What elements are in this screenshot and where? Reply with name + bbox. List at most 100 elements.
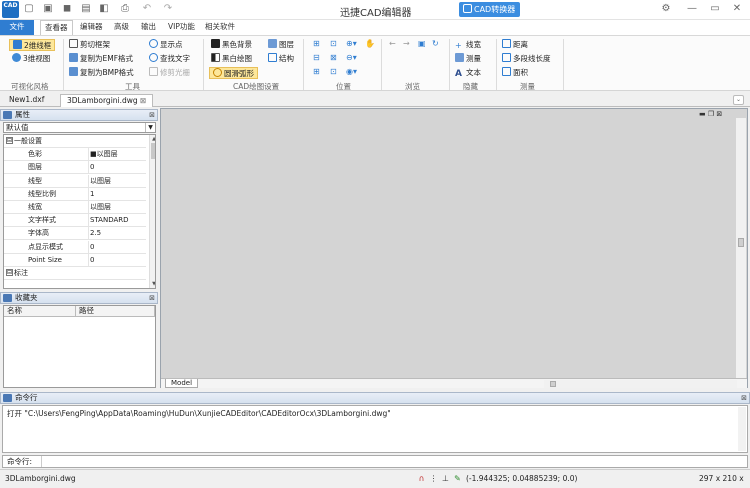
black-background-button[interactable]: 黑色背景 — [211, 39, 252, 51]
close-tab-icon[interactable]: ⊠ — [140, 96, 146, 105]
canvas-minimize-icon[interactable]: ▬ — [699, 110, 706, 118]
tab-advanced[interactable]: 高级 — [110, 20, 133, 35]
measure-toggle-button[interactable]: 测量 — [455, 53, 481, 65]
tab-vip[interactable]: VIP功能 — [164, 20, 199, 35]
property-value[interactable]: 0 — [90, 254, 94, 266]
clip-frame-button[interactable]: 剪切框架 — [69, 39, 110, 51]
browse-refresh-icon[interactable]: ↻ — [432, 39, 439, 48]
zoom-in-icon[interactable]: ⊕▾ — [346, 39, 357, 48]
save-as-icon[interactable]: ▤ — [80, 3, 92, 15]
scroll-down-icon[interactable]: ▼ — [150, 280, 155, 288]
collapse-toggle-icon[interactable]: ⊟ — [6, 137, 13, 144]
property-row[interactable]: 文字样式 STANDARD — [4, 214, 146, 228]
property-category[interactable]: ⊟ 一般设置 — [4, 135, 146, 148]
property-row[interactable]: 线型 以图层 — [4, 174, 146, 188]
property-row[interactable]: 字体高 2.5 — [4, 227, 146, 241]
document-tab-active[interactable]: 3DLamborgini.dwg ⊠ — [60, 94, 154, 107]
canvas-close-icon[interactable]: ⊠ — [716, 110, 722, 118]
orbit-icon[interactable]: ◉▾ — [346, 67, 357, 76]
tab-output[interactable]: 输出 — [137, 20, 160, 35]
scroll-up-icon[interactable]: ▲ — [150, 135, 155, 143]
property-value[interactable]: 以图层 — [90, 201, 111, 213]
zoom-fit-icon[interactable]: ⊟ — [313, 53, 320, 62]
undo-icon[interactable]: ↶ — [141, 3, 153, 15]
canvas-restore-icon[interactable]: ❐ — [708, 110, 714, 118]
panel-pin-icon[interactable]: ⊠ — [741, 393, 747, 403]
black-white-button[interactable]: 黑白绘图 — [211, 53, 252, 65]
new-file-icon[interactable]: ▢ — [23, 3, 35, 15]
zoom-all-icon[interactable]: ⊞ — [313, 67, 320, 76]
smooth-arc-button[interactable]: 圆滑弧形 — [209, 67, 258, 79]
document-tab[interactable]: New1.dxf — [3, 94, 50, 107]
distance-button[interactable]: 距离 — [502, 39, 528, 51]
wireframe-2d-button[interactable]: 2维线框 — [9, 39, 56, 51]
tab-file[interactable]: 文件 — [0, 20, 34, 35]
scroll-thumb[interactable] — [550, 381, 556, 387]
text-toggle-button[interactable]: A 文本 — [455, 67, 481, 79]
chevron-down-icon[interactable]: ▼ — [145, 123, 155, 132]
settings-gear-icon[interactable]: ⚙ — [659, 2, 673, 16]
property-row[interactable]: 点显示模式 0 — [4, 240, 146, 254]
view-3d-button[interactable]: 3维视图 — [12, 53, 50, 65]
back-arrow-icon[interactable]: ← — [389, 39, 396, 48]
lineweight-button[interactable]: + 线宽 — [455, 39, 481, 51]
panel-pin-icon[interactable]: ⊠ — [149, 293, 155, 303]
find-text-button[interactable]: 查找文字 — [149, 53, 190, 65]
open-folder-icon[interactable]: ▣ — [42, 3, 54, 15]
property-value[interactable]: 2.5 — [90, 227, 101, 239]
model-tab[interactable]: Model — [165, 379, 199, 388]
tab-viewer[interactable]: 查看器 — [40, 20, 73, 35]
command-input[interactable] — [41, 456, 741, 467]
save-icon[interactable]: ◼ — [61, 3, 73, 15]
panel-pin-icon[interactable]: ⊠ — [149, 110, 155, 120]
cad-converter-button[interactable]: CAD转换器 — [459, 2, 520, 17]
zoom-previous-icon[interactable]: ⊠ — [330, 53, 337, 62]
property-row[interactable]: 线型比例 1 — [4, 187, 146, 201]
property-value[interactable]: ■以图层 — [90, 148, 118, 160]
canvas-horizontal-scrollbar[interactable] — [544, 380, 737, 388]
structure-button[interactable]: 结构 — [268, 53, 294, 65]
redo-icon[interactable]: ↷ — [162, 3, 174, 15]
reference-icon[interactable]: ◧ — [98, 3, 110, 15]
grid-icon[interactable]: ⋮ — [429, 474, 438, 483]
pan-hand-icon[interactable]: ✋ — [365, 39, 375, 48]
copy-bmp-button[interactable]: 复制为BMP格式 — [69, 67, 134, 79]
polyline-length-button[interactable]: 多段线长度 — [502, 53, 551, 65]
property-value[interactable]: 0 — [90, 241, 94, 253]
forward-arrow-icon[interactable]: → — [403, 39, 410, 48]
trim-raster-button[interactable]: 修剪光栅 — [149, 67, 190, 79]
property-row[interactable]: Point Size 0 — [4, 253, 146, 267]
property-row[interactable]: 色彩 ■以图层 — [4, 148, 146, 162]
scroll-thumb[interactable] — [151, 143, 155, 159]
drawing-canvas[interactable] — [160, 108, 748, 388]
snap-magnet-icon[interactable]: ∩ — [417, 474, 426, 483]
column-header-path[interactable]: 路径 — [76, 306, 155, 317]
property-value[interactable]: 1 — [90, 188, 94, 200]
properties-scrollbar[interactable]: ▲ ▼ — [149, 135, 155, 288]
copy-emf-button[interactable]: 复制为EMF格式 — [69, 53, 133, 65]
properties-dropdown[interactable]: 默认值 ▼ — [3, 122, 156, 133]
layers-button[interactable]: 图层 — [268, 39, 294, 51]
app-icon[interactable]: CAD — [2, 1, 19, 18]
column-header-name[interactable]: 名称 — [4, 306, 76, 317]
maximize-button[interactable]: ▭ — [708, 2, 722, 16]
zoom-extents-icon[interactable]: ⊞ — [313, 39, 320, 48]
property-row[interactable]: 图层 0 — [4, 161, 146, 175]
property-category[interactable]: ⊟ 标注 — [4, 267, 146, 280]
property-value[interactable]: 以图层 — [90, 175, 111, 187]
polar-tracking-icon[interactable]: ✎ — [453, 474, 462, 483]
property-row[interactable]: 线宽 以图层 — [4, 201, 146, 214]
show-points-button[interactable]: 显示点 — [149, 39, 183, 51]
command-scrollbar[interactable] — [738, 407, 746, 451]
property-value[interactable]: STANDARD — [90, 214, 129, 226]
tab-related-software[interactable]: 相关软件 — [201, 20, 239, 35]
close-button[interactable]: ✕ — [730, 2, 744, 16]
minimize-button[interactable]: — — [685, 2, 699, 16]
browse-image-icon[interactable]: ▣ — [418, 39, 426, 48]
zoom-window-icon[interactable]: ⊡ — [330, 39, 337, 48]
property-value[interactable]: 0 — [90, 161, 94, 173]
collapse-toggle-icon[interactable]: ⊟ — [6, 269, 13, 276]
area-button[interactable]: 面积 — [502, 67, 528, 79]
print-icon[interactable]: ⎙ — [119, 3, 131, 15]
scroll-thumb[interactable] — [738, 238, 744, 247]
